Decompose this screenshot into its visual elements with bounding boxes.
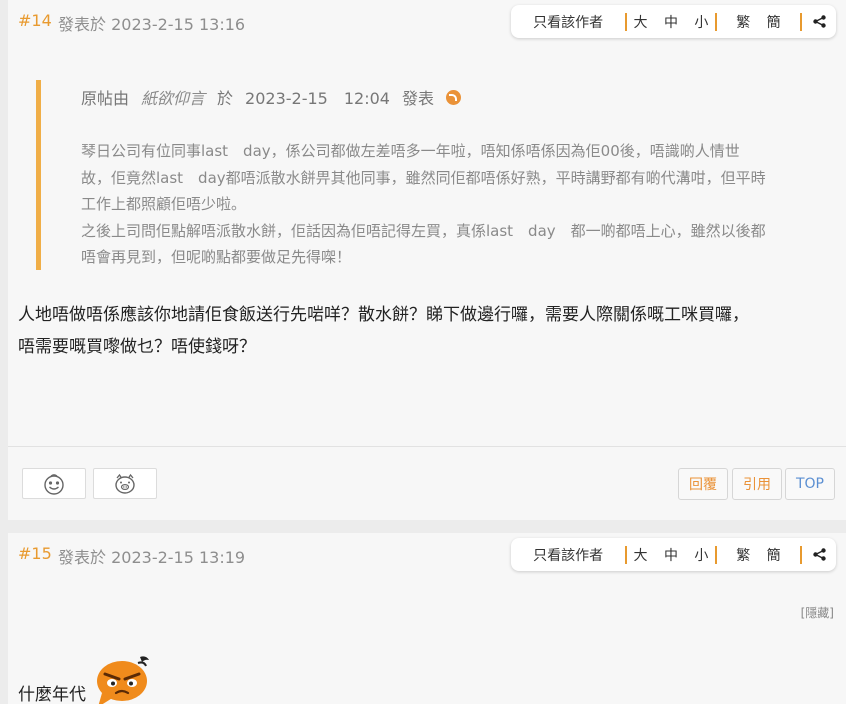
post-header: #15 發表於 2023-2-15 13:19 只看該作者 大 中 小 繁 簡 [8,533,846,577]
post-15: #15 發表於 2023-2-15 13:19 只看該作者 大 中 小 繁 簡 [8,533,846,704]
share-icon[interactable] [802,538,836,571]
font-size-button[interactable]: 大 中 小 [627,12,714,32]
floor-number[interactable]: #15 [18,544,52,563]
quote-line: 之後上司問佢點解唔派散水餅，佢話因為佢唔記得左買，真係last day 都一啲都… [81,221,766,240]
post-datetime: 發表於 2023-2-15 13:16 [58,11,245,35]
posted-label: 發表於 [58,548,107,567]
quote-block: 原帖由 紙欲仰言 於 2023-2-15 12:04 發表 琴日公司有位同事la… [36,80,836,270]
goto-post-icon[interactable] [445,89,461,105]
quote-author[interactable]: 紙欲仰言 [141,85,205,109]
actions-divider [8,446,846,447]
posted-date: 2023-2-15 13:19 [111,548,246,567]
pig-rate-button[interactable] [93,468,157,499]
post-content: 人地唔做唔係應該你地請佢食飯送行先啱咩？散水餅？睇下做邊行囉，需要人際關係嘅工咪… [18,299,838,363]
only-author-button[interactable]: 只看該作者 [511,545,625,565]
convert-script-button[interactable]: 繁 簡 [717,545,801,565]
quote-line: 琴日公司有位同事last day，係公司都做左差唔多一年啦，唔知係唔係因為佢00… [81,142,740,160]
only-author-button[interactable]: 只看該作者 [511,12,625,32]
top-button[interactable]: TOP [785,468,835,500]
content-line: 唔需要嘅買嚟做乜？唔使錢呀？ [18,337,256,357]
quote-body: 琴日公司有位同事last day，係公司都做左差唔多一年啦，唔知係唔係因為佢00… [81,138,831,271]
quote-suffix: 發表 [401,89,434,108]
posted-label: 發表於 [58,15,107,34]
post-datetime: 發表於 2023-2-15 13:19 [58,544,245,568]
floor-number[interactable]: #14 [18,11,52,30]
post-toolbar: 只看該作者 大 中 小 繁 簡 [511,5,836,38]
reply-button[interactable]: 回覆 [678,468,728,500]
post-toolbar: 只看該作者 大 中 小 繁 簡 [511,538,836,571]
angry-emoji-icon [97,656,149,704]
smile-rate-icon [44,473,64,495]
content-text: 什麼年代 [18,685,86,704]
convert-script-button[interactable]: 繁 簡 [717,12,801,32]
quote-line: 唔會再見到，但呢啲點都要做足先得㗎！ [81,248,352,266]
posted-date: 2023-2-15 13:16 [111,15,246,34]
content-line: 人地唔做唔係應該你地請佢食飯送行先啱咩？散水餅？睇下做邊行囉，需要人際關係嘅工咪… [18,305,749,325]
post-14: #14 發表於 2023-2-15 13:16 只看該作者 大 中 小 繁 簡 [8,0,846,520]
quote-datetime: 2023-2-15 12:04 [245,89,390,108]
font-size-button[interactable]: 大 中 小 [627,545,714,565]
quote-button[interactable]: 引用 [732,468,782,500]
quote-line: 工作上都照顧佢唔少啦。 [81,195,247,213]
post-header: #14 發表於 2023-2-15 13:16 只看該作者 大 中 小 繁 簡 [8,0,846,44]
quote-at: 於 [217,89,234,108]
smile-rate-button[interactable] [22,468,86,499]
pig-rate-icon [115,473,135,494]
share-icon[interactable] [802,5,836,38]
quote-line: 故，佢竟然last day都唔派散水餅畀其他同事，雖然同佢都唔係好熟，平時講野都… [81,168,766,187]
hide-link[interactable]: [隱藏] [801,604,834,621]
quote-meta: 原帖由 紙欲仰言 於 2023-2-15 12:04 發表 [81,85,461,109]
quote-prefix: 原帖由 [81,89,130,108]
post-content: 什麼年代 [18,653,318,704]
